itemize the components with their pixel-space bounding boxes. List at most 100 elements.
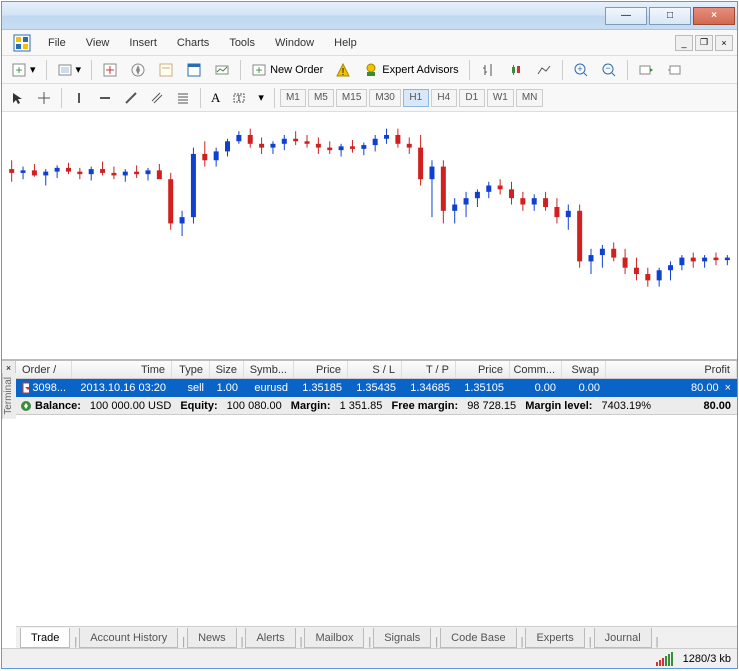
terminal-panel: × Terminal Order / Time Type Size Symb..… [2, 361, 737, 648]
window-minimize-button[interactable]: — [605, 7, 647, 25]
timeframe-w1[interactable]: W1 [487, 89, 514, 107]
terminal-tab-news[interactable]: News [187, 628, 237, 648]
menu-charts[interactable]: Charts [167, 33, 219, 53]
terminal-tabs: Trade|Account History|News|Alerts|Mailbo… [16, 626, 737, 648]
text-tool-icon[interactable]: A [206, 87, 225, 109]
drawing-toolbar: A T ▾ M1M5M15M30H1H4D1W1MN [2, 84, 737, 112]
terminal-tab-experts[interactable]: Experts [525, 628, 584, 648]
col-size[interactable]: Size [210, 361, 244, 378]
svg-text:+: + [577, 64, 582, 74]
timeframe-h4[interactable]: H4 [431, 89, 457, 107]
menu-file[interactable]: File [38, 33, 76, 53]
timeframe-m30[interactable]: M30 [369, 89, 400, 107]
col-type[interactable]: Type [172, 361, 210, 378]
menu-tools[interactable]: Tools [219, 33, 265, 53]
timeframe-d1[interactable]: D1 [459, 89, 485, 107]
terminal-tab-alerts[interactable]: Alerts [245, 628, 295, 648]
menu-help[interactable]: Help [324, 33, 367, 53]
trendline-icon[interactable] [119, 87, 143, 109]
timeframe-h1[interactable]: H1 [403, 89, 429, 107]
svg-text:!: ! [342, 67, 345, 78]
mdi-minimize-button[interactable]: _ [675, 35, 693, 51]
main-toolbar: +▾ ▾ + New Order ! Expert Advisors + − [2, 56, 737, 84]
connection-signal-icon [656, 652, 673, 666]
crosshair-icon[interactable] [32, 87, 56, 109]
mdi-close-button[interactable]: × [715, 35, 733, 51]
close-order-icon[interactable]: × [725, 382, 731, 394]
candlestick-chart [2, 112, 737, 297]
zoom-out-icon[interactable]: − [596, 59, 622, 81]
navigator-icon[interactable] [125, 59, 151, 81]
terminal-empty-area [16, 415, 737, 626]
col-order[interactable]: Order / [16, 361, 72, 378]
auto-scroll-icon[interactable] [633, 59, 659, 81]
timeframe-m15[interactable]: M15 [336, 89, 367, 107]
col-swap[interactable]: Swap [562, 361, 606, 378]
svg-text:T: T [237, 94, 242, 103]
vertical-line-icon[interactable] [67, 87, 91, 109]
alert-icon[interactable]: ! [330, 59, 356, 81]
chart-shift-icon[interactable] [661, 59, 687, 81]
horizontal-line-icon[interactable] [93, 87, 117, 109]
window-maximize-button[interactable]: □ [649, 7, 691, 25]
terminal-tab-account-history[interactable]: Account History [79, 628, 178, 648]
zoom-in-icon[interactable]: + [568, 59, 594, 81]
timeframe-mn[interactable]: MN [516, 89, 544, 107]
terminal-label: Terminal [2, 373, 16, 419]
traffic-label: 1280/3 kb [683, 653, 731, 665]
menu-window[interactable]: Window [265, 33, 324, 53]
timeframe-m5[interactable]: M5 [308, 89, 334, 107]
app-window: — □ × File View Insert Charts Tools Wind… [1, 1, 738, 669]
new-order-button[interactable]: + New Order [246, 59, 328, 81]
channel-icon[interactable] [145, 87, 169, 109]
terminal-tab-journal[interactable]: Journal [594, 628, 652, 648]
col-tp[interactable]: T / P [402, 361, 456, 378]
text-label-icon[interactable]: T [227, 87, 251, 109]
svg-text:−: − [605, 63, 610, 73]
menu-view[interactable]: View [76, 33, 120, 53]
col-price2[interactable]: Price [456, 361, 510, 378]
terminal-icon[interactable] [181, 59, 207, 81]
col-comm[interactable]: Comm... [510, 361, 562, 378]
title-bar: — □ × [2, 2, 737, 30]
terminal-tab-signals[interactable]: Signals [373, 628, 431, 648]
col-time[interactable]: Time [72, 361, 172, 378]
svg-text:+: + [256, 63, 263, 77]
terminal-tab-code-base[interactable]: Code Base [440, 628, 516, 648]
terminal-tab-trade[interactable]: Trade [20, 628, 70, 648]
menu-insert[interactable]: Insert [119, 33, 167, 53]
fibonacci-icon[interactable] [171, 87, 195, 109]
bar-chart-icon[interactable] [475, 59, 501, 81]
profiles-button[interactable]: ▾ [52, 59, 87, 81]
mdi-restore-button[interactable]: ❐ [695, 35, 713, 51]
status-bar: 1280/3 kb [2, 648, 737, 668]
window-close-button[interactable]: × [693, 7, 735, 25]
timeframe-m1[interactable]: M1 [280, 89, 306, 107]
col-sl[interactable]: S / L [348, 361, 402, 378]
order-type-icon [22, 382, 29, 394]
new-order-label: New Order [270, 64, 323, 76]
terminal-grid-header: Order / Time Type Size Symb... Price S /… [16, 361, 737, 379]
candle-chart-icon[interactable] [503, 59, 529, 81]
data-window-icon[interactable] [153, 59, 179, 81]
col-price[interactable]: Price [294, 361, 348, 378]
chart-area[interactable] [2, 112, 737, 361]
svg-text:+: + [15, 63, 22, 77]
summary-icon [20, 400, 32, 412]
new-chart-button[interactable]: +▾ [6, 59, 41, 81]
col-profit[interactable]: Profit [606, 361, 737, 378]
menu-bar: File View Insert Charts Tools Window Hel… [2, 30, 737, 56]
app-icon [12, 33, 32, 53]
expert-advisors-button[interactable]: Expert Advisors [358, 59, 463, 81]
arrows-icon[interactable]: ▾ [253, 87, 269, 109]
market-watch-icon[interactable] [97, 59, 123, 81]
col-symbol[interactable]: Symb... [244, 361, 294, 378]
cursor-icon[interactable] [6, 87, 30, 109]
terminal-tab-mailbox[interactable]: Mailbox [304, 628, 364, 648]
line-chart-icon[interactable] [531, 59, 557, 81]
summary-row: Balance: 100 000.00 USD Equity: 100 080.… [16, 397, 737, 415]
strategy-tester-icon[interactable] [209, 59, 235, 81]
terminal-close-button[interactable]: × [2, 361, 16, 373]
order-row[interactable]: 3098... 2013.10.16 03:20 sell 1.00 eurus… [16, 379, 737, 397]
expert-advisors-label: Expert Advisors [382, 64, 458, 76]
